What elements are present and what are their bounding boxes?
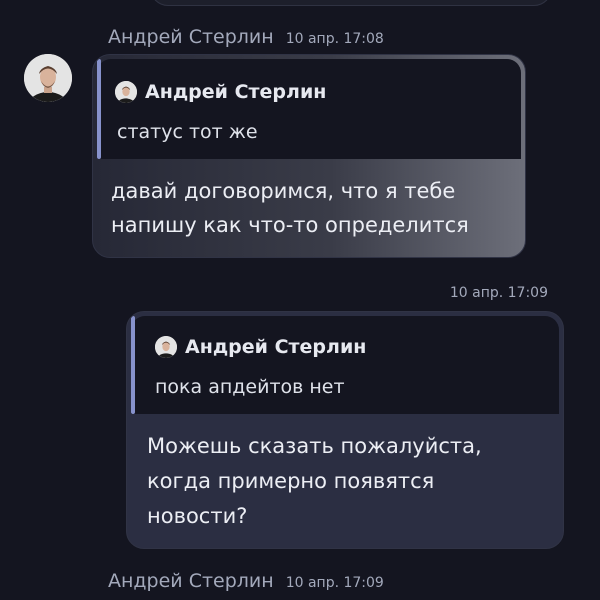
chat-view[interactable]: Андрей Стерлин 10 апр. 17:08 Андрей Стер… [0,0,600,600]
quoted-reply[interactable]: Андрей Стерлин статус тот же [97,59,521,159]
reply-author: Андрей Стерлин [115,81,326,103]
sender-name[interactable]: Андрей Стерлин [108,26,274,48]
message-text-line: когда примерно появятся [147,469,435,493]
reply-text: пока апдейтов нет [155,376,345,398]
previous-message-bubble[interactable] [150,0,552,6]
reply-author-name: Андрей Стерлин [145,81,327,103]
reply-avatar-icon [155,336,177,358]
sender-name[interactable]: Андрей Стерлин [108,570,274,592]
reply-text: статус тот же [117,121,258,143]
message-header: Андрей Стерлин 10 апр. 17:08 [108,26,384,48]
message-timestamp: 10 апр. 17:09 [449,285,548,301]
message-header: Андрей Стерлин 10 апр. 17:09 [108,570,384,592]
message-timestamp: 10 апр. 17:08 [285,31,384,47]
message-timestamp: 10 апр. 17:09 [285,575,384,591]
message-text-line: новости? [147,504,248,528]
reply-accent-bar [97,59,101,159]
incoming-message-bubble[interactable]: Андрей Стерлин статус тот же давай догов… [92,54,526,258]
message-text-line: напишу как что-то определится [111,213,469,237]
reply-author: Андрей Стерлин [155,336,366,358]
message-text-line: давай договоримся, что я тебе [111,179,456,203]
reply-author-name: Андрей Стерлин [185,336,367,358]
outgoing-message-bubble[interactable]: Андрей Стерлин пока апдейтов нет Можешь … [126,311,564,549]
reply-accent-bar [131,316,135,414]
reply-avatar-icon [115,81,137,103]
quoted-reply[interactable]: Андрей Стерлин пока апдейтов нет [131,316,559,414]
message-text-line: Можешь сказать пожалуйста, [147,434,482,458]
sender-avatar-icon[interactable] [24,54,72,102]
